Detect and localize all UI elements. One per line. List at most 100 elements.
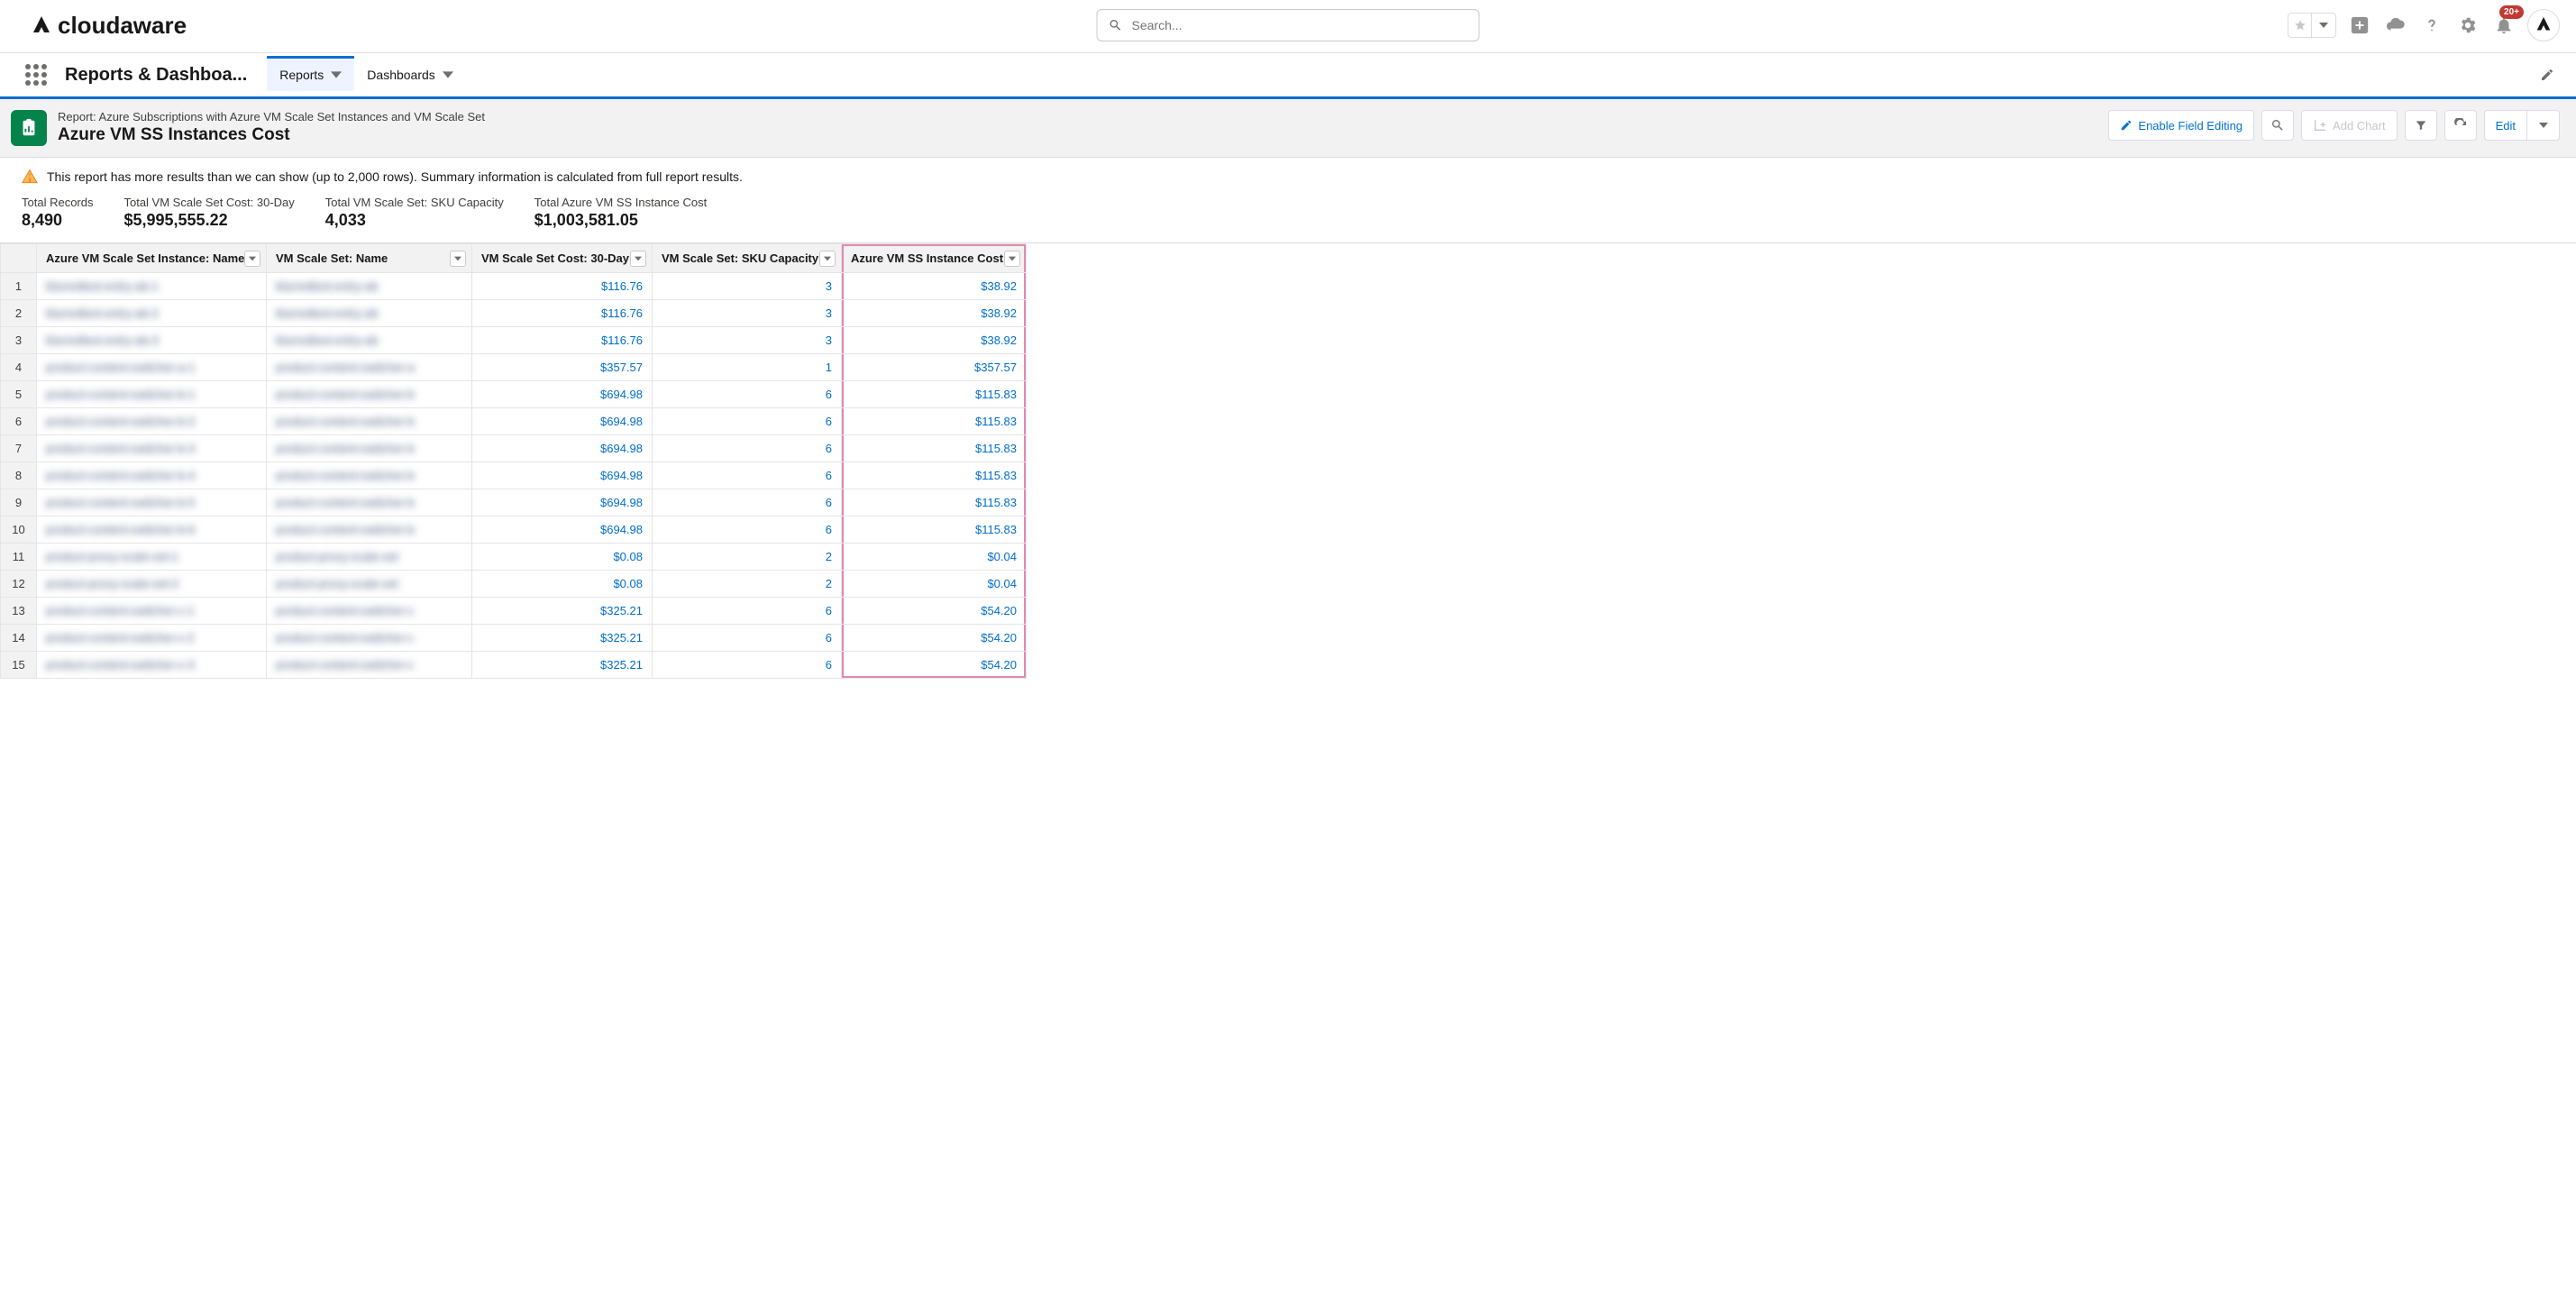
chevron-down-icon (249, 255, 256, 262)
user-avatar[interactable] (2527, 9, 2560, 41)
salesforce-button[interactable] (2383, 13, 2408, 38)
app-launcher-icon[interactable] (25, 64, 50, 86)
cell-instance-name: product-content-switcher-c-2 (37, 625, 267, 652)
summary-item: Total VM Scale Set Cost: 30-Day $5,995,5… (123, 196, 294, 230)
cell-sku-capacity: 6 (653, 408, 842, 435)
table-row[interactable]: 1blurredtext-entry-ab-1blurredtext-entry… (1, 273, 1027, 300)
cell-instance-cost: $0.04 (842, 571, 1027, 598)
cell-cost-30day: $0.08 (472, 571, 653, 598)
app-nav: Reports & Dashboa... Reports Dashboards (0, 53, 2576, 99)
add-chart-button[interactable]: Add Chart (2301, 110, 2398, 141)
column-header[interactable]: VM Scale Set Cost: 30-Day (472, 244, 653, 273)
column-menu-button[interactable] (819, 251, 836, 267)
search-input[interactable] (1132, 18, 1468, 32)
cell-cost-30day: $325.21 (472, 598, 653, 625)
table-row[interactable]: 5product-content-switcher-b-1product-con… (1, 381, 1027, 408)
brand-logo: cloudaware (31, 12, 187, 40)
row-number: 9 (1, 489, 37, 516)
row-number: 12 (1, 571, 37, 598)
cell-sku-capacity: 6 (653, 598, 842, 625)
column-menu-button[interactable] (630, 251, 646, 267)
table-row[interactable]: 11product-proxy-scale-set-1product-proxy… (1, 544, 1027, 571)
refresh-button[interactable] (2444, 110, 2477, 141)
table-row[interactable]: 13product-content-switcher-c-1product-co… (1, 598, 1027, 625)
column-menu-button[interactable] (450, 251, 466, 267)
summary-value: $1,003,581.05 (534, 211, 707, 230)
settings-button[interactable] (2455, 13, 2480, 38)
page-titles: Report: Azure Subscriptions with Azure V… (58, 110, 485, 145)
tab-reports[interactable]: Reports (267, 56, 354, 91)
add-chart-label: Add Chart (2333, 119, 2386, 133)
cell-sku-capacity: 6 (653, 516, 842, 544)
row-number: 7 (1, 435, 37, 462)
column-menu-button[interactable] (244, 251, 260, 267)
page-title: Azure VM SS Instances Cost (58, 125, 485, 145)
filter-icon (2415, 119, 2427, 132)
notifications-badge: 20+ (2499, 5, 2524, 19)
column-header[interactable]: VM Scale Set: SKU Capacity (653, 244, 842, 273)
refresh-icon (2453, 118, 2468, 133)
favorites-button[interactable] (2288, 13, 2336, 38)
row-number: 8 (1, 462, 37, 489)
cell-sku-capacity: 1 (653, 354, 842, 381)
table-row[interactable]: 8product-content-switcher-b-4product-con… (1, 462, 1027, 489)
cell-instance-name: product-proxy-scale-set-2 (37, 571, 267, 598)
cell-sku-capacity: 6 (653, 462, 842, 489)
cell-cost-30day: $694.98 (472, 381, 653, 408)
enable-field-editing-button[interactable]: Enable Field Editing (2108, 110, 2254, 141)
table-row[interactable]: 12product-proxy-scale-set-2product-proxy… (1, 571, 1027, 598)
cell-cost-30day: $694.98 (472, 462, 653, 489)
row-number: 11 (1, 544, 37, 571)
edit-nav-button[interactable] (2535, 62, 2560, 87)
edit-button[interactable]: Edit (2484, 110, 2527, 141)
row-number: 4 (1, 354, 37, 381)
summary-label: Total Records (22, 196, 93, 209)
summary-item: Total Azure VM SS Instance Cost $1,003,5… (534, 196, 707, 230)
pencil-icon (2120, 119, 2133, 132)
table-row[interactable]: 14product-content-switcher-c-2product-co… (1, 625, 1027, 652)
column-header[interactable]: VM Scale Set: Name (267, 244, 472, 273)
table-row[interactable]: 3blurredtext-entry-ab-3blurredtext-entry… (1, 327, 1027, 354)
table-row[interactable]: 4product-content-switcher-a-1product-con… (1, 354, 1027, 381)
tab-reports-label: Reports (279, 68, 324, 82)
edit-dropdown-button[interactable] (2527, 110, 2560, 141)
table-row[interactable]: 6product-content-switcher-b-2product-con… (1, 408, 1027, 435)
add-button[interactable] (2347, 13, 2372, 38)
cell-instance-cost: $38.92 (842, 327, 1027, 354)
page-toolbar: Enable Field Editing Add Chart Edit (2108, 110, 2560, 141)
column-header[interactable]: Azure VM Scale Set Instance: Name (37, 244, 267, 273)
tab-dashboards[interactable]: Dashboards (354, 59, 466, 91)
help-button[interactable] (2419, 13, 2444, 38)
notifications-button[interactable]: 20+ (2491, 13, 2517, 38)
table-row[interactable]: 10product-content-switcher-b-6product-co… (1, 516, 1027, 544)
report-table-wrap: Azure VM Scale Set Instance: Name VM Sca… (0, 242, 2576, 679)
column-header[interactable]: Azure VM SS Instance Cost (842, 244, 1027, 273)
cell-scale-set-name: product-content-switcher-b (267, 462, 472, 489)
cell-scale-set-name: product-content-switcher-c (267, 652, 472, 679)
breadcrumb: Report: Azure Subscriptions with Azure V… (58, 110, 485, 123)
cell-scale-set-name: blurredtext-entry-ab (267, 300, 472, 327)
search-report-button[interactable] (2261, 110, 2294, 141)
rownum-header (1, 244, 37, 273)
app-name: Reports & Dashboa... (65, 65, 247, 86)
edit-label: Edit (2496, 119, 2516, 133)
cell-instance-name: product-content-switcher-b-6 (37, 516, 267, 544)
cell-instance-name: product-content-switcher-b-3 (37, 435, 267, 462)
table-row[interactable]: 7product-content-switcher-b-3product-con… (1, 435, 1027, 462)
column-menu-button[interactable] (1004, 251, 1020, 267)
row-number: 15 (1, 652, 37, 679)
table-row[interactable]: 2blurredtext-entry-ab-2blurredtext-entry… (1, 300, 1027, 327)
cell-instance-name: product-content-switcher-b-4 (37, 462, 267, 489)
cell-instance-cost: $115.83 (842, 489, 1027, 516)
row-number: 10 (1, 516, 37, 544)
row-number: 13 (1, 598, 37, 625)
summary-value: 8,490 (22, 211, 93, 230)
question-icon (2422, 15, 2442, 35)
cell-instance-cost: $115.83 (842, 381, 1027, 408)
global-search[interactable] (1097, 9, 1480, 41)
table-row[interactable]: 15product-content-switcher-c-3product-co… (1, 652, 1027, 679)
cloud-icon (2386, 15, 2406, 35)
table-row[interactable]: 9product-content-switcher-b-5product-con… (1, 489, 1027, 516)
cell-instance-cost: $0.04 (842, 544, 1027, 571)
filter-button[interactable] (2405, 110, 2437, 141)
